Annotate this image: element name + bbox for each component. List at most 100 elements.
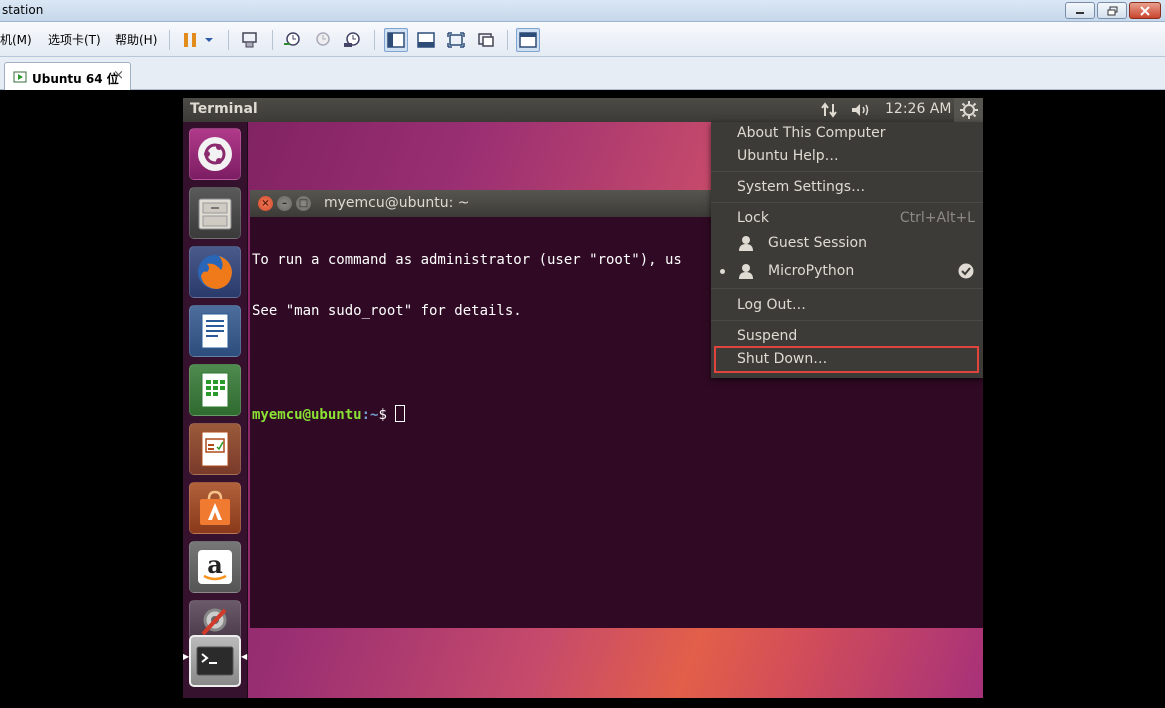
launcher-amazon-button[interactable]: a <box>189 541 241 593</box>
unity-icon <box>478 33 494 47</box>
host-window-title: station <box>2 3 44 17</box>
svg-text:a: a <box>207 550 223 579</box>
files-icon <box>198 198 232 230</box>
toolbar-separator <box>228 30 229 50</box>
terminal-minimize-button[interactable]: – <box>277 196 292 211</box>
terminal-close-button[interactable]: × <box>258 196 273 211</box>
fullscreen-button[interactable] <box>444 28 468 52</box>
prompt-path: :~ <box>361 407 379 423</box>
launcher-writer-button[interactable] <box>189 305 241 357</box>
snapshot-manager-button[interactable] <box>340 28 364 52</box>
menu-log-out[interactable]: Log Out… <box>737 297 806 313</box>
power-dropdown-button[interactable] <box>200 28 218 52</box>
menu-help[interactable]: 帮助(H) <box>115 31 157 48</box>
amazon-icon: a <box>198 550 232 584</box>
network-icon[interactable] <box>820 101 838 123</box>
toolbar-separator <box>507 30 508 50</box>
launcher-files-button[interactable] <box>189 187 241 239</box>
launcher-dash-button[interactable] <box>189 128 241 180</box>
chevron-down-icon <box>205 38 213 42</box>
host-menubar: 机(M) 选项卡(T) 帮助(H) <box>0 22 1165 57</box>
launcher-impress-button[interactable] <box>189 423 241 475</box>
volume-icon[interactable] <box>850 101 872 123</box>
send-ctrl-alt-del-button[interactable] <box>238 28 262 52</box>
menu-system-settings[interactable]: System Settings… <box>737 179 865 195</box>
vm-running-icon <box>13 71 27 83</box>
launcher-active-arrow-icon: ▶ <box>183 652 190 661</box>
launcher-firefox-button[interactable] <box>189 246 241 298</box>
revert-snapshot-button[interactable] <box>310 28 334 52</box>
sidebar-layout-icon <box>387 32 405 48</box>
minimize-icon <box>1076 11 1084 14</box>
active-app-title: Terminal <box>190 101 258 117</box>
menu-separator <box>711 320 983 321</box>
launcher-settings-button[interactable] <box>189 600 241 640</box>
tab-ubuntu-vm[interactable]: Ubuntu 64 位 × <box>4 62 131 90</box>
menu-separator <box>711 202 983 203</box>
tab-view-button[interactable] <box>516 28 540 52</box>
tab-label: Ubuntu 64 位 <box>32 72 119 86</box>
fullscreen-icon <box>447 32 465 48</box>
terminal-prompt-line: myemcu@ubuntu:~$ <box>252 405 982 423</box>
host-title-bar: station <box>0 0 1165 22</box>
menu-separator <box>711 288 983 289</box>
launcher-software-center-button[interactable] <box>189 482 241 534</box>
pause-icon <box>184 33 196 47</box>
menu-current-user[interactable]: MicroPython <box>768 263 854 279</box>
session-menu-button[interactable] <box>954 98 983 122</box>
terminal-cursor <box>395 405 406 422</box>
host-tabbar: Ubuntu 64 位 × <box>0 57 1165 90</box>
keyboard-icon <box>242 32 257 48</box>
minimize-icon: – <box>282 198 287 209</box>
terminal-maximize-button[interactable]: □ <box>296 196 311 211</box>
terminal-title: myemcu@ubuntu: ~ <box>324 195 470 211</box>
toolbar-separator <box>169 30 170 50</box>
revert-clock-icon <box>316 32 330 46</box>
menu-guest-session[interactable]: Guest Session <box>768 235 867 251</box>
guest-screen[interactable]: Terminal 12:26 AM a ▶ ◀ × – □ myemcu@ubu… <box>183 98 983 698</box>
pause-button[interactable] <box>178 28 202 52</box>
minimize-button[interactable] <box>1065 2 1095 19</box>
panel-clock[interactable]: 12:26 AM <box>885 101 951 117</box>
tab-close-icon[interactable]: × <box>113 68 124 83</box>
toolbar-separator <box>272 30 273 50</box>
snapshot-clock-icon <box>284 32 300 46</box>
snapshot-manager-icon <box>344 32 360 47</box>
library-view-button[interactable] <box>384 28 408 52</box>
prompt-symbol: $ <box>378 407 396 423</box>
restore-button[interactable] <box>1097 2 1127 19</box>
libreoffice-impress-icon <box>201 431 229 467</box>
ubuntu-top-panel: Terminal 12:26 AM <box>183 98 983 122</box>
close-icon <box>1140 5 1150 16</box>
menu-tabs[interactable]: 选项卡(T) <box>48 31 101 48</box>
firefox-icon <box>198 255 232 289</box>
window-controls <box>1065 2 1161 19</box>
menu-vm[interactable]: 机(M) <box>0 31 32 48</box>
prompt-user: myemcu@ubuntu <box>252 407 362 423</box>
checkmark-icon <box>958 263 974 279</box>
session-menu: About This Computer Ubuntu Help… System … <box>711 122 983 378</box>
shutdown-highlight-box <box>714 346 979 373</box>
user-icon <box>739 264 753 279</box>
user-icon <box>739 236 753 251</box>
launcher-terminal-button[interactable] <box>189 635 241 687</box>
menu-lock-shortcut: Ctrl+Alt+L <box>899 210 975 226</box>
unity-button[interactable] <box>474 28 498 52</box>
current-user-indicator <box>720 269 725 274</box>
toolbar-separator <box>374 30 375 50</box>
maximize-icon: □ <box>298 198 309 209</box>
console-view-button[interactable] <box>414 28 438 52</box>
ubuntu-dash-icon <box>198 137 232 171</box>
menu-about-this-computer[interactable]: About This Computer <box>737 125 886 141</box>
menu-ubuntu-help[interactable]: Ubuntu Help… <box>737 148 839 164</box>
close-button[interactable] <box>1129 2 1161 19</box>
restore-icon <box>1107 6 1117 15</box>
system-settings-icon <box>201 608 227 636</box>
launcher-calc-button[interactable] <box>189 364 241 416</box>
menu-lock[interactable]: Lock <box>737 210 769 226</box>
menu-separator <box>711 171 983 172</box>
menu-suspend[interactable]: Suspend <box>737 328 797 344</box>
libreoffice-writer-icon <box>201 313 229 349</box>
snapshot-button[interactable] <box>280 28 304 52</box>
libreoffice-calc-icon <box>201 372 229 408</box>
